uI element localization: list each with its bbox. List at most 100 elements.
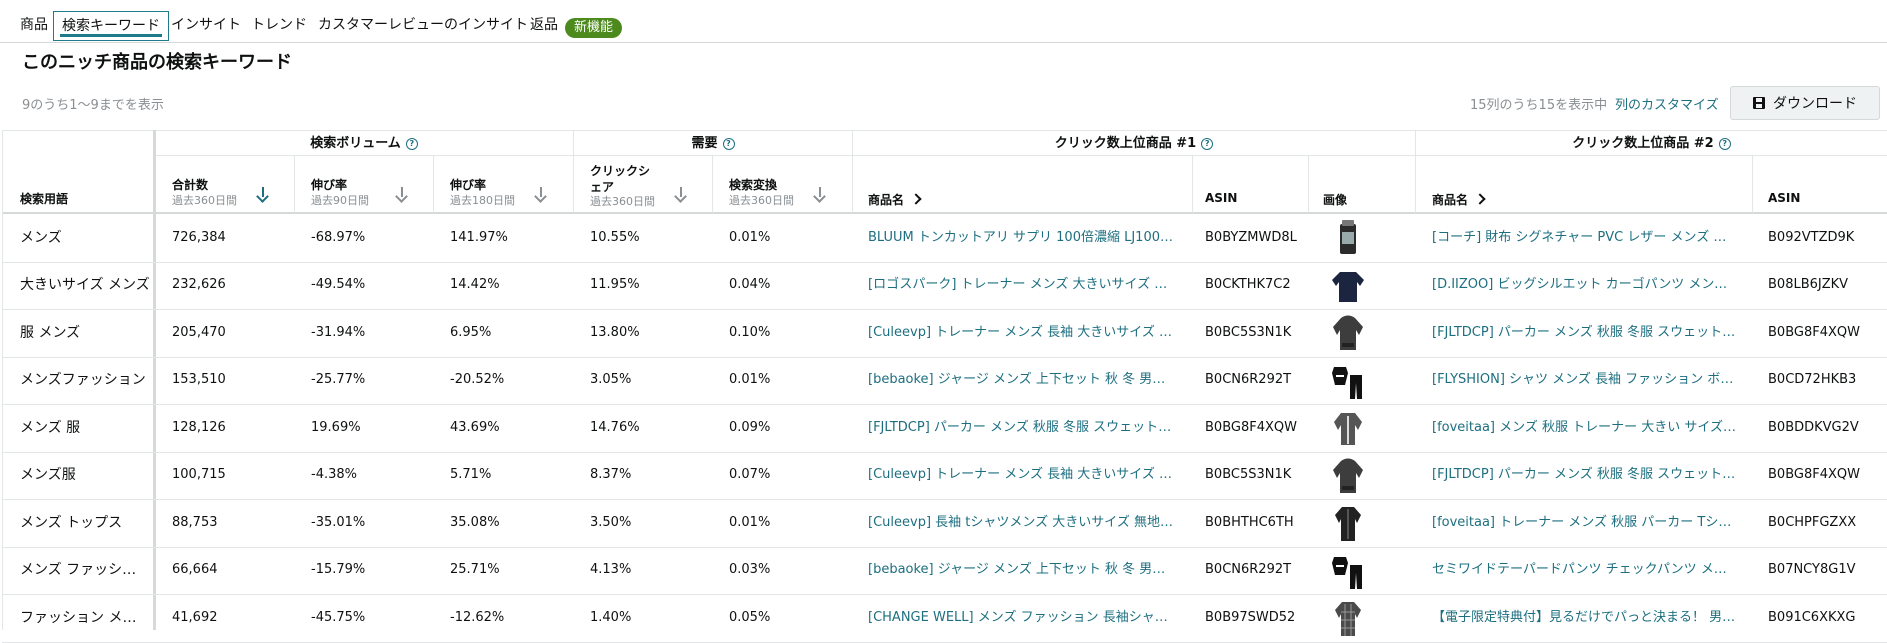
top-product-2-asin: B0BDDKVG2V	[1768, 419, 1859, 435]
column-label: 商品名	[868, 193, 905, 207]
product-image[interactable]	[1330, 313, 1366, 353]
click-share: 4.13%	[590, 562, 632, 578]
top-product-2-link[interactable]: [コーチ] 財布 シグネチャー PVC レザー メンズ 長財布	[1432, 229, 1738, 247]
top-product-1-link[interactable]: [bebaoke] ジャージ メンズ 上下セット 秋 冬 男女兼用	[868, 561, 1174, 579]
top-product-2-link[interactable]: [foveitaa] メンズ 秋服 トレーナー 大きい サイズ 長袖	[1432, 419, 1738, 437]
top-product-1-asin: B0CKTHK7C2	[1205, 277, 1291, 293]
top-product-2-link[interactable]: [FJLTDCP] パーカー メンズ 秋服 冬服 スウェット 長袖	[1432, 466, 1738, 484]
top-product-2-link[interactable]: [foveitaa] トレーナー メンズ 秋服 パーカー Tシャツ 長袖	[1432, 514, 1738, 532]
search-term-link[interactable]: メンズファッション	[20, 371, 150, 389]
tab-customer-review-insights[interactable]: カスタマーレビューのインサイト	[318, 12, 528, 38]
column-header-asin-1: ASIN	[1205, 191, 1238, 205]
sort-arrow-icon[interactable]	[675, 187, 687, 201]
top-product-2-link[interactable]: 【電子限定特典付】見るだけでパっと決まる！ 男の服	[1432, 609, 1738, 627]
top-product-2-link[interactable]: [FLYSHION] シャツ メンズ 長袖 ファッション ボタンダウン	[1432, 371, 1738, 389]
customize-columns-link[interactable]: 列のカスタマイズ	[1615, 94, 1719, 113]
column-header-growth-180[interactable]: 伸び率	[450, 176, 486, 193]
row-divider	[2, 357, 1887, 358]
top-product-1-link[interactable]: [FJLTDCP] パーカー メンズ 秋服 冬服 スウェット 長袖	[868, 419, 1174, 437]
row-divider	[2, 309, 1887, 310]
column-header-product-name-2[interactable]: 商品名	[1432, 191, 1486, 208]
help-icon[interactable]: ?	[1718, 138, 1731, 150]
top-product-1-asin: B0BC5S3N1K	[1205, 324, 1292, 340]
search-term-link[interactable]: メンズ服	[20, 466, 150, 484]
product-image[interactable]	[1330, 456, 1366, 496]
top-product-1-asin: B0CN6R292T	[1205, 562, 1292, 578]
total-search-volume: 726,384	[172, 229, 226, 245]
sticky-column-divider	[153, 130, 156, 630]
column-header-product-name-1[interactable]: 商品名	[868, 191, 922, 208]
top-product-2-link[interactable]: セミワイドテーパードパンツ チェックパンツ メンズ ワイド	[1432, 561, 1738, 579]
top-product-1-asin: B0CN6R292T	[1205, 372, 1292, 388]
column-divider	[1192, 155, 1193, 213]
column-subheader: 過去360日間	[172, 194, 237, 207]
search-term-link[interactable]: メンズ ファッション	[20, 561, 150, 579]
product-image[interactable]	[1330, 218, 1366, 258]
sort-arrow-icon[interactable]	[257, 187, 269, 201]
help-icon[interactable]: ?	[1201, 138, 1214, 150]
tab-trends[interactable]: トレンド	[251, 12, 307, 38]
total-search-volume: 232,626	[172, 277, 226, 293]
search-term-link[interactable]: 大きいサイズ メンズ	[20, 276, 150, 294]
top-product-1-link[interactable]: [Culeevp] トレーナー メンズ 長袖 大きいサイズ 無地	[868, 324, 1174, 342]
top-product-1-asin: B0BG8F4XQW	[1205, 419, 1297, 435]
top-product-2-asin: B08LB6JZKV	[1768, 277, 1849, 293]
group-header-demand: 需要 ?	[574, 133, 852, 155]
help-icon[interactable]: ?	[722, 138, 735, 150]
search-conversion: 0.05%	[729, 609, 771, 625]
row-divider	[2, 499, 1887, 500]
product-image[interactable]	[1330, 503, 1366, 543]
search-term-link[interactable]: メンズ 服	[20, 419, 150, 437]
product-image[interactable]	[1330, 361, 1366, 401]
page-title: このニッチ商品の検索キーワード	[22, 52, 292, 73]
total-search-volume: 66,664	[172, 562, 218, 578]
total-search-volume: 205,470	[172, 324, 226, 340]
row-divider	[2, 594, 1887, 595]
top-product-2-asin: B092VTZD9K	[1768, 229, 1855, 245]
help-icon[interactable]: ?	[405, 138, 418, 150]
product-image[interactable]	[1330, 266, 1366, 306]
row-divider	[2, 262, 1887, 263]
row-divider	[2, 404, 1887, 405]
search-conversion: 0.07%	[729, 467, 771, 483]
top-product-1-link[interactable]: [CHANGE WELL] メンズ ファッション 長袖シャツ チェック	[868, 609, 1174, 627]
top-product-2-link[interactable]: [FJLTDCP] パーカー メンズ 秋服 冬服 スウェット 長袖	[1432, 324, 1738, 342]
group-label: クリック数上位商品 #1	[1054, 136, 1197, 151]
column-header-conversion[interactable]: 検索変換	[729, 176, 777, 193]
top-product-2-link[interactable]: [D.IIZOO] ビッグシルエット カーゴパンツ メンズ ワイド	[1432, 276, 1738, 294]
search-term-link[interactable]: メンズ トップス	[20, 514, 150, 532]
column-header-growth-90[interactable]: 伸び率	[311, 176, 347, 193]
column-subheader: 過去360日間	[590, 195, 655, 208]
column-header-search-term[interactable]: 検索用語	[20, 190, 68, 207]
sort-arrow-icon[interactable]	[814, 187, 826, 201]
tab-products[interactable]: 商品	[20, 12, 48, 38]
growth-180-days: 35.08%	[450, 514, 500, 530]
top-product-1-link[interactable]: [Culeevp] トレーナー メンズ 長袖 大きいサイズ 無地	[868, 466, 1174, 484]
top-product-1-link[interactable]: [ロゴスパーク] トレーナー メンズ 大きいサイズ 2枚セット	[868, 276, 1174, 294]
column-divider	[433, 155, 434, 213]
top-product-1-link[interactable]: [bebaoke] ジャージ メンズ 上下セット 秋 冬 男女兼用	[868, 371, 1174, 389]
total-search-volume: 88,753	[172, 514, 218, 530]
search-term-link[interactable]: ファッション メンズ	[20, 609, 150, 627]
sort-arrow-icon[interactable]	[396, 187, 408, 201]
column-header-total[interactable]: 合計数	[172, 176, 208, 193]
tab-insights[interactable]: インサイト	[171, 12, 241, 38]
download-button[interactable]: ダウンロード	[1730, 86, 1880, 120]
product-image[interactable]	[1330, 551, 1366, 591]
row-divider	[2, 452, 1887, 453]
search-conversion: 0.03%	[729, 562, 771, 578]
sort-arrow-icon[interactable]	[535, 187, 547, 201]
top-product-1-link[interactable]: [Culeevp] 長袖 tシャツメンズ 大きいサイズ 無地 カットソー	[868, 514, 1174, 532]
column-header-click-share[interactable]: クリックシ	[590, 162, 650, 179]
tab-search-keywords[interactable]: 検索キーワード	[53, 11, 169, 41]
search-conversion: 0.09%	[729, 419, 771, 435]
tab-returns[interactable]: 返品	[530, 12, 558, 38]
product-image[interactable]	[1330, 408, 1366, 448]
top-product-1-link[interactable]: BLUUM トンカットアリ サプリ 100倍濃縮 LJ100 サプリメント	[868, 229, 1174, 247]
product-image[interactable]	[1330, 598, 1366, 638]
search-term-link[interactable]: メンズ	[20, 229, 150, 247]
group-header-search-volume: 検索ボリューム ?	[155, 133, 573, 155]
search-term-link[interactable]: 服 メンズ	[20, 324, 150, 342]
top-product-2-asin: B0BG8F4XQW	[1768, 467, 1860, 483]
row-divider	[2, 547, 1887, 548]
